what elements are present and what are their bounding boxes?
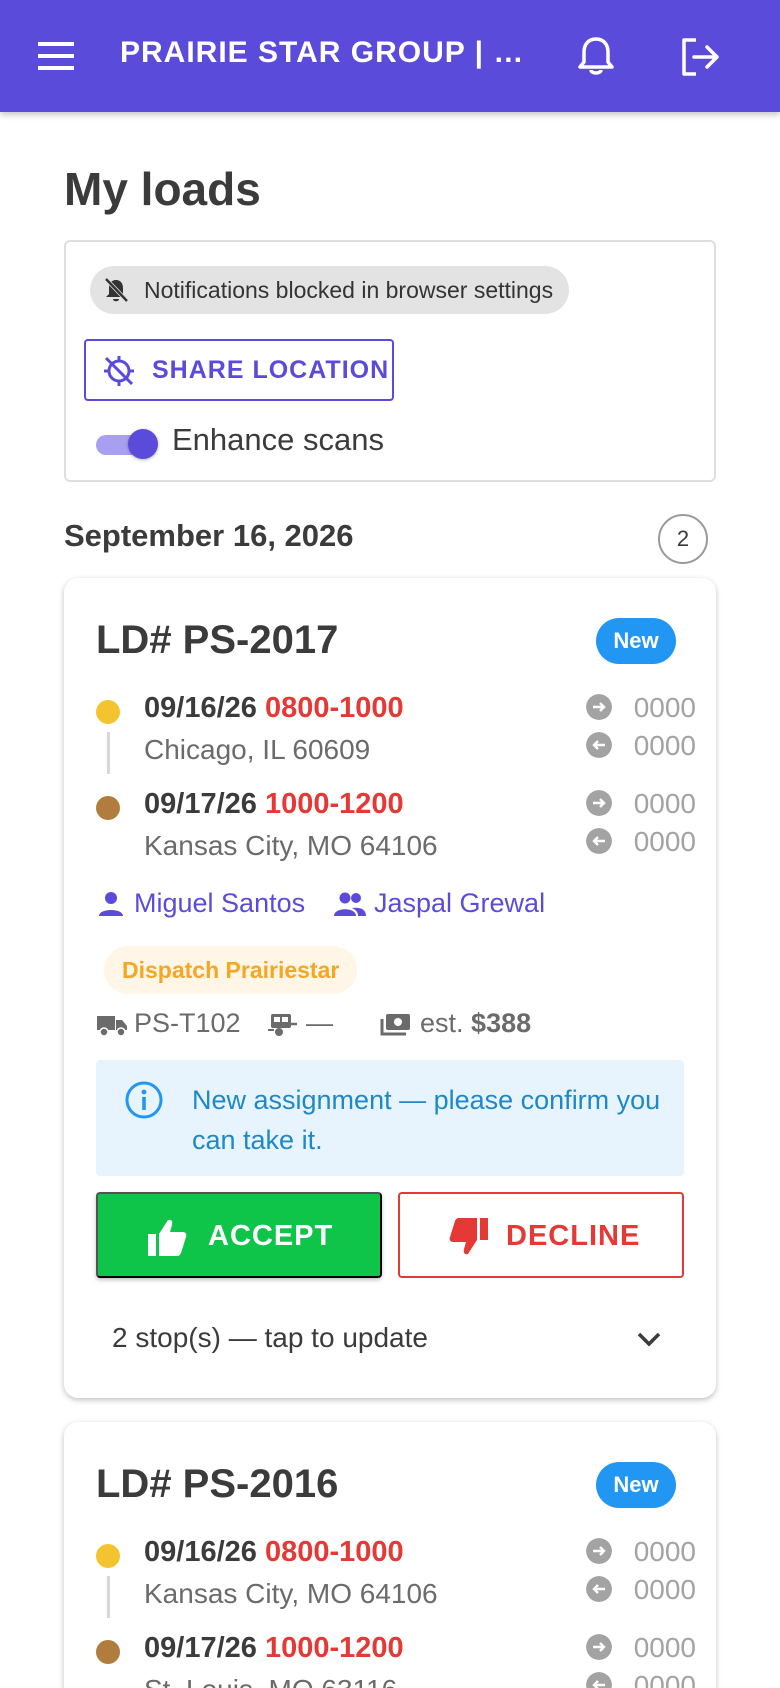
thumbs-down-icon (449, 1218, 488, 1255)
stop-date-time: 09/17/26 1000-1200 (144, 1632, 404, 1664)
arrow-left-icon (586, 1672, 612, 1688)
check-out-time: 0000 (586, 1574, 696, 1605)
check-in-time: 0000 (586, 1632, 696, 1663)
truck-icon (97, 1016, 127, 1037)
stop-connector (107, 732, 110, 774)
stops-expand-toggle[interactable]: 2 stop(s) — tap to update (96, 1306, 684, 1370)
status-badge: New (596, 1462, 676, 1508)
decline-label: DECLINE (506, 1220, 641, 1252)
accept-label: ACCEPT (208, 1220, 334, 1252)
bell-icon[interactable] (574, 34, 618, 78)
stop-address: Kansas City, MO 64106 (144, 1578, 438, 1609)
accept-button[interactable]: ACCEPT (96, 1192, 382, 1278)
load-count-badge: 2 (658, 514, 708, 564)
date-group-header: September 16, 2026 (64, 518, 354, 553)
app-bar: PRAIRIE STAR GROUP | PR… (0, 0, 780, 112)
location-disabled-icon (104, 356, 134, 386)
share-location-label: SHARE LOCATION (152, 356, 390, 384)
enhance-scans-label: Enhance scans (172, 422, 384, 457)
menu-icon[interactable] (34, 38, 78, 74)
delivery-dot (96, 1640, 120, 1664)
app-title: PRAIRIE STAR GROUP | PR… (120, 36, 540, 69)
stop-pickup: 09/16/26 0800-1000 Kansas City, MO 64106… (96, 1530, 696, 1620)
stop-address: St. Louis, MO 63116 (144, 1674, 397, 1688)
share-location-button[interactable]: SHARE LOCATION (84, 339, 394, 401)
stops-summary: 2 stop(s) — tap to update (112, 1322, 428, 1353)
page-title: My loads (64, 163, 261, 215)
check-out-time: 0000 (586, 1670, 696, 1688)
dispatch-chip: Dispatch Prairiestar (104, 946, 358, 994)
stop-date-time: 09/16/26 0800-1000 (144, 1536, 404, 1568)
person-icon (99, 892, 123, 916)
arrow-right-icon (586, 694, 612, 720)
estimated-pay: est. $388 (420, 1008, 532, 1038)
load-number: LD# PS-2017 (96, 618, 339, 662)
info-icon (125, 1081, 163, 1119)
truck-number: PS-T102 (134, 1008, 241, 1038)
arrow-left-icon (586, 828, 612, 854)
settings-card: Notifications blocked in browser setting… (64, 240, 716, 482)
stop-address: Chicago, IL 60609 (144, 734, 371, 765)
arrow-right-icon (586, 790, 612, 816)
group-icon (334, 892, 366, 916)
load-card[interactable]: LD# PS-2017 New 09/16/26 0800-1000 Chica… (64, 578, 716, 1398)
trailer-number: — (306, 1008, 333, 1038)
load-card[interactable]: LD# PS-2016 New 09/16/26 0800-1000 Kansa… (64, 1422, 716, 1688)
info-alert-text: New assignment — please confirm you can … (192, 1085, 661, 1155)
notifications-blocked-chip: Notifications blocked in browser setting… (90, 266, 570, 314)
stop-delivery: 09/17/26 1000-1200 St. Louis, MO 63116 0… (96, 1626, 696, 1688)
pickup-dot (96, 700, 120, 724)
check-in-time: 0000 (586, 1536, 696, 1567)
arrow-right-icon (586, 1538, 612, 1564)
stop-date-time: 09/17/26 1000-1200 (144, 788, 404, 820)
load-meta: PS-T102 — est. $388 (96, 1006, 696, 1040)
toggle-knob (128, 429, 158, 459)
stop-connector (107, 1576, 110, 1618)
check-in-time: 0000 (586, 788, 696, 819)
decline-button[interactable]: DECLINE (398, 1192, 684, 1278)
check-out-time: 0000 (586, 826, 696, 857)
team-driver-link[interactable]: Jaspal Grewal (374, 888, 545, 919)
stop-date-time: 09/16/26 0800-1000 (144, 692, 404, 724)
money-icon (380, 1014, 410, 1036)
status-badge: New (596, 618, 676, 664)
load-number: LD# PS-2016 (96, 1462, 339, 1506)
arrow-left-icon (586, 1576, 612, 1602)
enhance-scans-toggle[interactable] (96, 428, 158, 459)
pickup-dot (96, 1544, 120, 1568)
bell-off-icon (104, 277, 129, 303)
check-out-time: 0000 (586, 730, 696, 761)
arrow-left-icon (586, 732, 612, 758)
driver-link[interactable]: Miguel Santos (134, 888, 305, 919)
notifications-blocked-text: Notifications blocked in browser setting… (144, 277, 554, 303)
stop-pickup: 09/16/26 0800-1000 Chicago, IL 60609 000… (96, 686, 696, 776)
delivery-dot (96, 796, 120, 820)
stop-address: Kansas City, MO 64106 (144, 830, 438, 861)
info-alert: New assignment — please confirm you can … (96, 1060, 684, 1176)
logout-icon[interactable] (676, 34, 722, 80)
check-in-time: 0000 (586, 692, 696, 723)
chevron-down-icon (637, 1332, 661, 1347)
stop-delivery: 09/17/26 1000-1200 Kansas City, MO 64106… (96, 782, 696, 872)
assigned-drivers: Miguel Santos Jaspal Grewal (96, 886, 696, 922)
thumbs-up-icon (148, 1219, 187, 1256)
arrow-right-icon (586, 1634, 612, 1660)
trailer-icon (268, 1014, 297, 1036)
